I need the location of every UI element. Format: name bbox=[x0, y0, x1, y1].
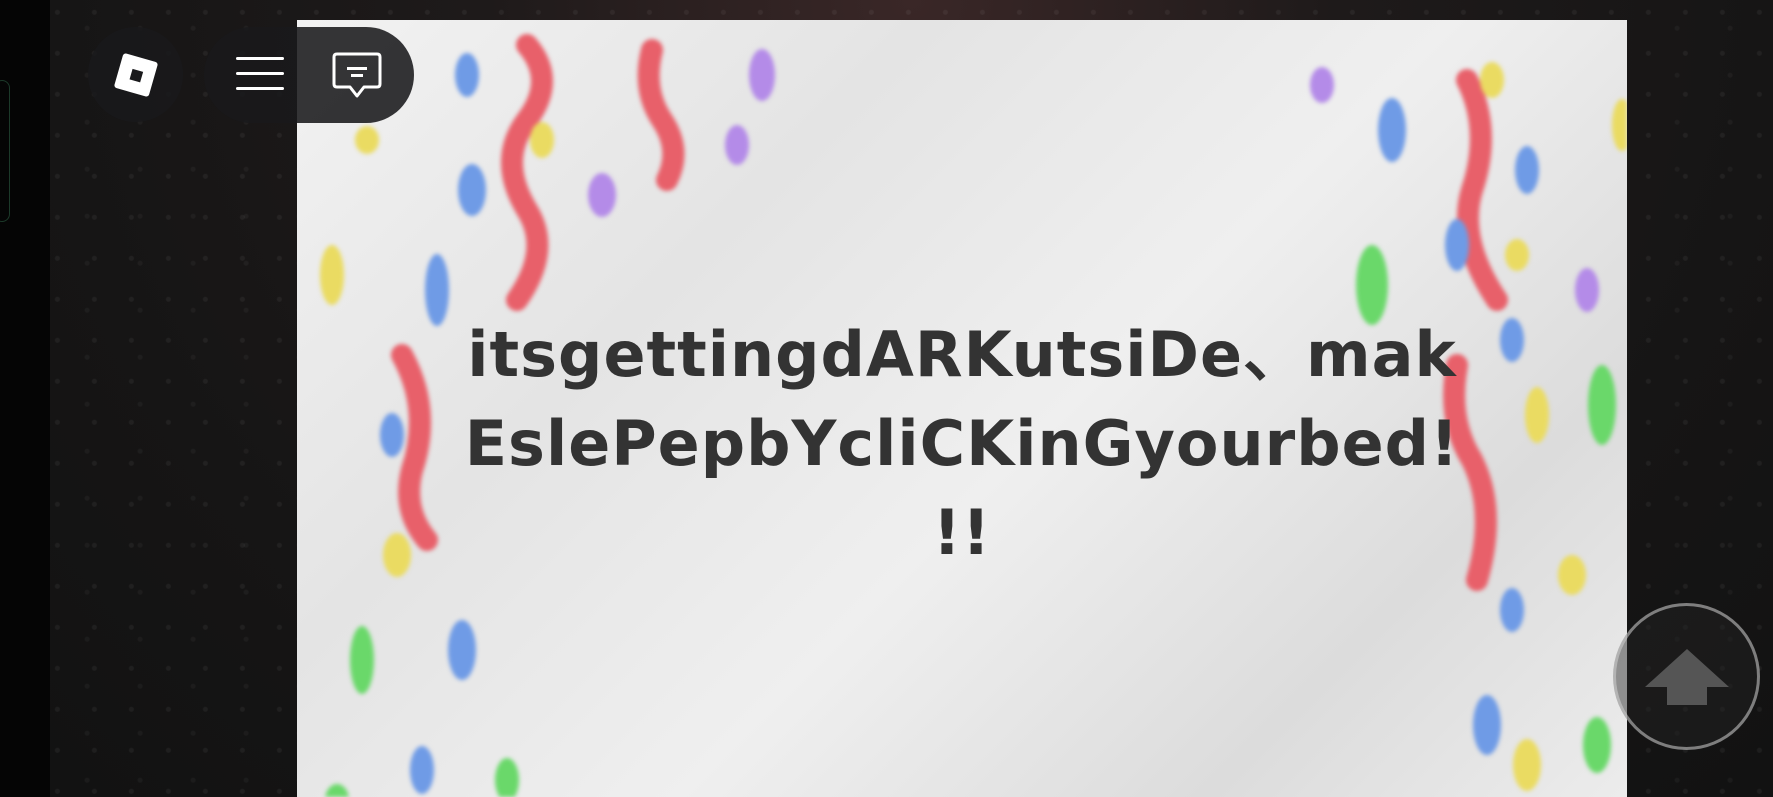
hamburger-icon[interactable] bbox=[236, 57, 284, 91]
left-edge-strip bbox=[0, 0, 50, 797]
up-arrow-icon bbox=[1644, 648, 1729, 705]
message-line-2: EslePepbYcliCKinGyourbed! bbox=[464, 407, 1460, 480]
roblox-logo-icon bbox=[113, 52, 158, 97]
sprinkle-paper-panel: itsgettingdARKutsiDe、mak EslePepbYcliCKi… bbox=[297, 20, 1627, 797]
message-line-3: !! bbox=[932, 496, 992, 569]
chat-icon[interactable] bbox=[332, 51, 382, 99]
game-message-text: itsgettingdARKutsiDe、mak EslePepbYcliCKi… bbox=[427, 310, 1497, 577]
jump-button[interactable] bbox=[1613, 603, 1760, 750]
side-tab[interactable] bbox=[0, 80, 10, 222]
roblox-menu-button[interactable] bbox=[88, 27, 183, 122]
message-line-1: itsgettingdARKutsiDe、mak bbox=[467, 318, 1457, 391]
top-menu-pill bbox=[204, 27, 414, 123]
